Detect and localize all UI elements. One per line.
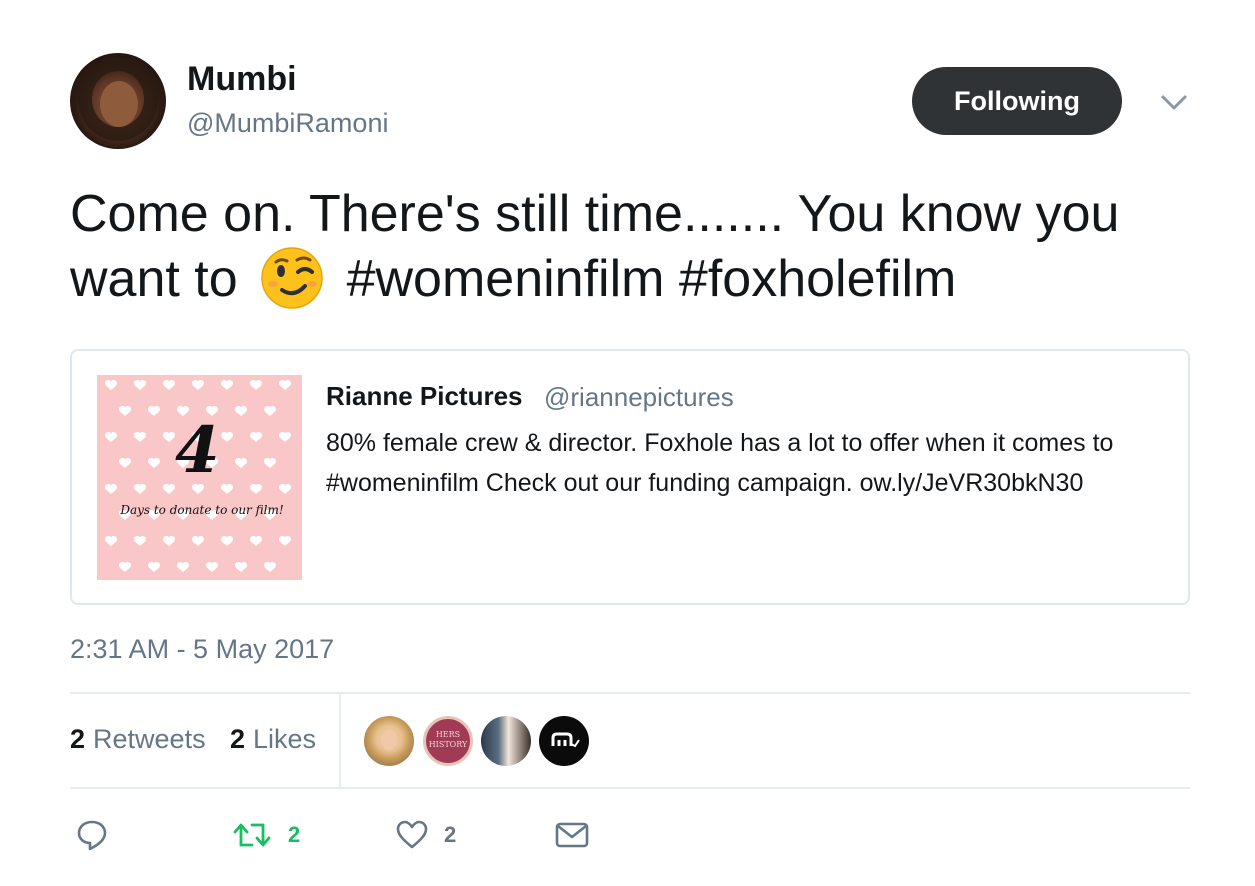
pattern-heart <box>221 536 233 546</box>
pattern-heart <box>119 562 131 572</box>
pattern-heart <box>148 458 160 468</box>
pattern-heart <box>119 406 131 416</box>
pattern-heart <box>279 484 291 494</box>
pattern-heart <box>163 380 175 390</box>
pattern-heart <box>221 380 233 390</box>
stats-divider <box>339 694 341 788</box>
pattern-heart <box>134 380 146 390</box>
likes-stat[interactable]: 2 Likes <box>230 724 316 755</box>
divider-top <box>70 692 1190 694</box>
retweets-count: 2 <box>70 724 86 754</box>
pattern-heart <box>163 432 175 442</box>
countdown-caption: Days to donate to our film! <box>120 503 284 517</box>
like-action[interactable]: 2 <box>396 815 456 855</box>
author-display-name[interactable]: Mumbi <box>187 60 297 99</box>
pattern-heart <box>163 536 175 546</box>
pattern-heart <box>250 380 262 390</box>
tweet-timestamp[interactable]: 2:31 AM - 5 May 2017 <box>70 634 334 665</box>
avatar-face <box>100 81 138 127</box>
retweets-label: Retweets <box>93 724 206 754</box>
pattern-heart <box>105 432 117 442</box>
pattern-heart <box>134 536 146 546</box>
pattern-heart <box>163 484 175 494</box>
reply-action[interactable] <box>76 815 108 855</box>
hers-history-text: HERS HISTORY <box>428 730 468 749</box>
pattern-heart <box>250 432 262 442</box>
tweet-hashtags[interactable]: #womeninfilm #foxholefilm <box>347 250 957 308</box>
liker-avatar-1[interactable] <box>364 716 414 766</box>
pattern-heart <box>235 406 247 416</box>
retweet-action-count: 2 <box>288 822 301 847</box>
pattern-heart <box>119 458 131 468</box>
pattern-heart <box>192 380 204 390</box>
heart-icon[interactable] <box>396 820 428 850</box>
pattern-heart <box>148 406 160 416</box>
like-action-count: 2 <box>444 822 457 847</box>
pattern-heart <box>105 484 117 494</box>
quoted-tweet-image[interactable]: 4 Days to donate to our film! <box>97 375 302 580</box>
pattern-heart <box>279 536 291 546</box>
logo-icon <box>551 732 580 748</box>
liker-avatar-4[interactable] <box>539 716 589 766</box>
likes-label: Likes <box>253 724 317 754</box>
pattern-heart <box>279 432 291 442</box>
pattern-heart <box>134 484 146 494</box>
liker-avatar-3[interactable] <box>481 716 531 766</box>
pattern-heart <box>192 536 204 546</box>
liker-avatar-2[interactable]: HERS HISTORY <box>423 716 473 766</box>
message-action[interactable] <box>555 815 589 855</box>
pattern-heart <box>206 562 218 572</box>
tweet-card: Mumbi @MumbiRamoni Following Come on. Th… <box>0 0 1255 886</box>
pattern-heart <box>177 562 189 572</box>
pattern-heart <box>105 536 117 546</box>
pattern-heart <box>221 432 233 442</box>
winking-face-emoji-icon <box>261 247 323 309</box>
author-handle[interactable]: @MumbiRamoni <box>187 108 388 139</box>
pattern-heart <box>221 484 233 494</box>
pattern-heart <box>279 380 291 390</box>
pattern-heart <box>264 562 276 572</box>
following-button[interactable]: Following <box>912 67 1122 135</box>
pattern-heart <box>105 380 117 390</box>
pattern-heart <box>134 432 146 442</box>
quoted-tweet[interactable]: 4 Days to donate to our film! Rianne Pic… <box>70 349 1190 605</box>
tweet-text: Come on. There's still time....... You k… <box>70 182 1190 311</box>
pattern-heart <box>235 562 247 572</box>
pattern-heart <box>250 536 262 546</box>
envelope-icon[interactable] <box>555 821 589 849</box>
countdown-number: 4 <box>175 413 220 488</box>
retweet-icon[interactable] <box>232 820 272 850</box>
divider-bottom <box>70 787 1190 789</box>
chevron-down-icon[interactable] <box>1160 90 1188 114</box>
pattern-heart <box>235 458 247 468</box>
pattern-heart <box>148 562 160 572</box>
pattern-heart <box>250 484 262 494</box>
author-avatar[interactable] <box>70 53 166 149</box>
retweets-stat[interactable]: 2 Retweets <box>70 724 206 755</box>
quoted-handle[interactable]: @riannepictures <box>544 382 734 413</box>
pattern-heart <box>264 406 276 416</box>
reply-icon[interactable] <box>76 818 108 852</box>
pattern-heart <box>264 458 276 468</box>
retweet-action[interactable]: 2 <box>232 815 300 855</box>
quoted-tweet-text: 80% female crew & director. Foxhole has … <box>326 429 1114 497</box>
likes-count: 2 <box>230 724 246 754</box>
quoted-display-name[interactable]: Rianne Pictures <box>326 381 523 412</box>
